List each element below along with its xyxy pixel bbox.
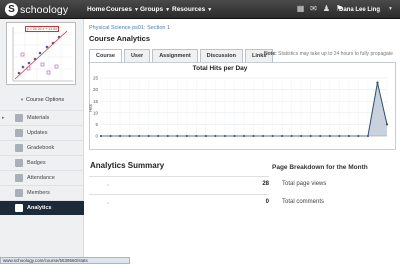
sidebar-item-label: Gradebook [27,145,55,151]
course-thumbnail[interactable]: y = 26.29 x + 13.64 [6,22,76,85]
note-text: Statistics may take up to 24 hours to fu… [278,51,393,57]
analytics-icon [15,204,23,212]
y-axis-label: Hits [89,103,93,111]
note-label: Note: [264,51,277,57]
sidebar-item-attendance[interactable]: Attendance [0,170,84,185]
thumbnail-equation-label: y = 26.29 x + 13.64 [25,26,59,32]
y-tick-label: 25 [93,76,99,81]
chevron-down-icon[interactable]: ▼ [388,6,393,12]
y-tick-label: 5 [95,122,98,127]
sidebar-item-materials[interactable]: ▸ Materials [0,110,84,125]
data-point [385,123,389,126]
sidebar-item-updates[interactable]: Updates [0,125,84,140]
user-menu[interactable]: Dana Lee Ling [339,0,380,19]
sidebar-menu: ▸ Materials Updates Gradebook Badges Att… [0,110,84,215]
nav-resources-label: Resources [172,6,206,13]
data-point [376,81,379,84]
summary-row-comments: ◦ 0 Total comments [89,194,324,212]
course-sidebar: y = 26.29 x + 13.64 ▼ Course Options ▸ Ma… [0,19,84,264]
course-options-label: Course Options [25,97,65,103]
tab-course[interactable]: Course [89,49,122,62]
summary-label: Total comments [282,199,325,205]
tab-assignment[interactable]: Assignment [152,49,198,62]
sidebar-item-label: Analytics [27,205,52,211]
sidebar-item-label: Members [27,190,50,196]
messages-icon[interactable]: ✉ [309,4,318,14]
chevron-down-icon: ▼ [165,6,171,13]
nav-groups[interactable]: Groups ▼ [140,0,170,19]
chevron-down-icon: ▼ [134,6,139,13]
tab-discussion[interactable]: Discussion [199,49,244,62]
nav-groups-label: Groups [140,6,164,13]
nav-courses[interactable]: Courses ▼ [106,0,139,19]
bullet-icon: ◦ [107,201,110,207]
header-icons: ▦ ✉ ♟ ⚑ [296,4,344,14]
page-title: Course Analytics [89,34,150,43]
browser-status-bar: www.schoology.com/course/5539560/stats [0,257,130,264]
page-breakdown-title: Page Breakdown for the Month [272,164,368,171]
members-icon [15,189,23,197]
chevron-down-icon: ▼ [20,97,24,102]
nav-courses-label: Courses [106,6,133,13]
nav-resources[interactable]: Resources ▼ [172,0,212,19]
requests-icon[interactable]: ♟ [322,4,331,14]
summary-value: 28 [262,181,269,187]
summary-label: Total page views [282,181,327,187]
sidebar-item-analytics[interactable]: Analytics [0,200,84,215]
chevron-down-icon: ▼ [207,6,213,13]
sidebar-item-gradebook[interactable]: Gradebook [0,140,84,155]
nav-home[interactable]: Home [87,0,105,19]
sidebar-item-label: Materials [27,115,50,121]
summary-value: 0 [265,199,269,205]
sidebar-item-badges[interactable]: Badges [0,155,84,170]
logo-text: schoology [20,3,69,16]
scatter-thumbnail-graphic [12,27,73,82]
calendar-icon[interactable]: ▦ [296,4,305,14]
chevron-right-icon: ▸ [2,115,5,121]
sidebar-item-label: Attendance [27,175,55,181]
gradebook-icon [15,144,23,152]
attendance-icon [15,174,23,182]
breadcrumb[interactable]: Physical Science ps01: Section 1 [89,25,170,31]
bullet-icon: ◦ [107,183,110,189]
y-tick-label: 15 [93,99,99,104]
updates-icon [15,129,23,137]
y-tick-label: 20 [93,87,99,92]
analytics-tabs: Course User Assignment Discussion Links [89,49,275,62]
analytics-summary-title: Analytics Summary [90,161,165,170]
hits-per-day-chart: 0 5 10 15 20 25 Hits [89,76,389,139]
tab-user[interactable]: User [123,49,151,62]
summary-row-page-views: ◦ 28 Total page views [89,176,326,194]
top-navigation-bar: S schoology Home Courses ▼ Groups ▼ Resour… [0,0,400,19]
schoology-logo[interactable]: S schoology [5,2,68,17]
y-tick-label: 0 [95,134,98,139]
y-tick-label: 10 [93,110,99,115]
course-options-menu[interactable]: ▼ Course Options [20,97,64,103]
propagation-note: Note: Statistics may take up to 24 hours… [264,51,393,57]
logo-badge-icon: S [5,3,18,16]
sidebar-item-label: Badges [27,160,46,166]
sidebar-item-label: Updates [27,130,48,136]
materials-icon [15,114,23,122]
sidebar-item-members[interactable]: Members [0,185,84,200]
badges-icon [15,159,23,167]
chart-title: Total Hits per Day [192,65,248,72]
